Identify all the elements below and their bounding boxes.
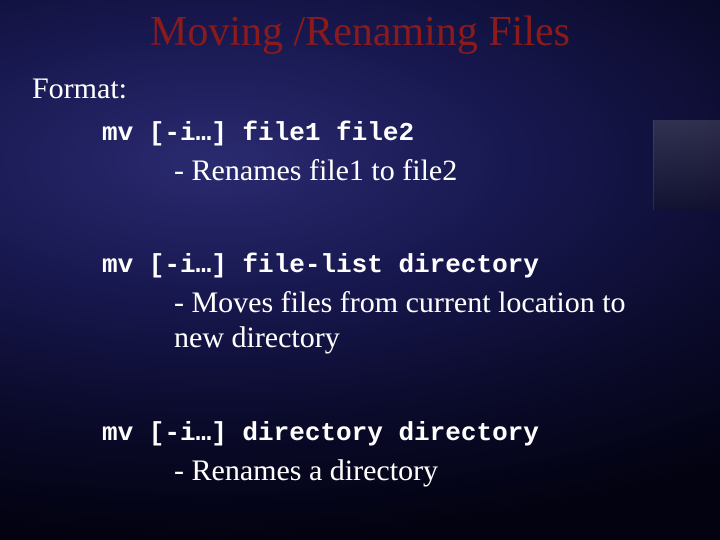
command-text: mv [-i…] directory directory	[102, 418, 680, 448]
slide: Moving /Renaming Files Format: mv [-i…] …	[0, 0, 720, 540]
format-item-3: mv [-i…] directory directory - Renames a…	[102, 418, 680, 489]
command-desc: - Moves files from current location to n…	[174, 286, 654, 355]
format-item-1: mv [-i…] file1 file2 - Renames file1 to …	[102, 118, 680, 189]
command-desc: - Renames a directory	[174, 454, 654, 489]
command-text: mv [-i…] file1 file2	[102, 118, 680, 148]
command-desc: - Renames file1 to file2	[174, 154, 654, 189]
format-label: Format:	[32, 72, 127, 106]
slide-title: Moving /Renaming Files	[0, 8, 720, 56]
command-text: mv [-i…] file-list directory	[102, 250, 680, 280]
format-item-2: mv [-i…] file-list directory - Moves fil…	[102, 250, 680, 355]
